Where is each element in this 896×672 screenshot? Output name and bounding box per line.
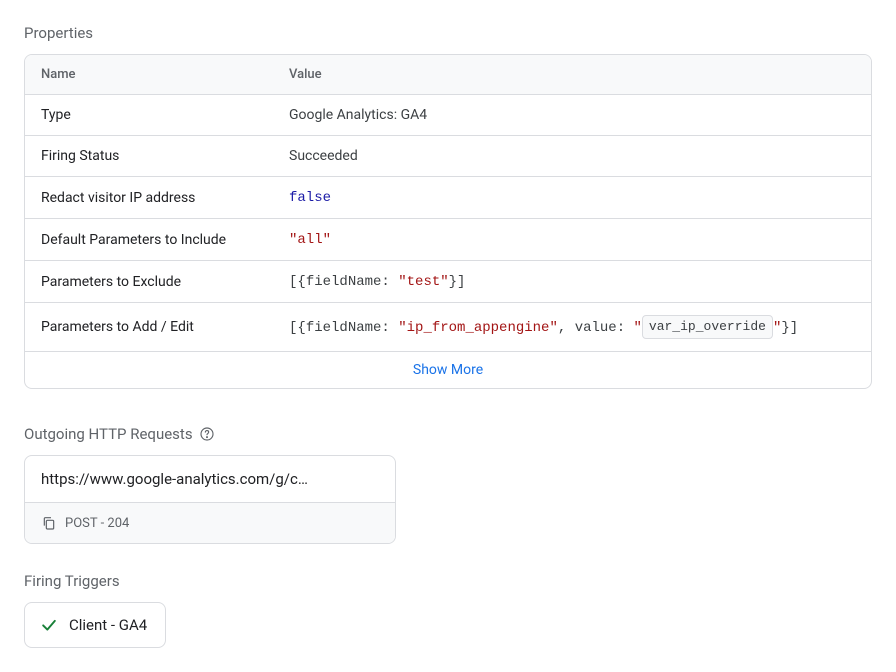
col-name-header: Name xyxy=(25,55,273,95)
default-params-str: "all" xyxy=(289,232,331,248)
row-firing-status-value: Succeeded xyxy=(273,136,871,177)
row-redact-ip: Redact visitor IP address false xyxy=(25,177,871,219)
properties-title-text: Properties xyxy=(24,24,93,42)
show-more-link[interactable]: Show More xyxy=(413,362,483,378)
row-params-exclude: Parameters to Exclude [{fieldName: "test… xyxy=(25,261,871,303)
http-meta-row: POST - 204 xyxy=(25,503,395,543)
row-redact-ip-value: false xyxy=(273,177,871,219)
show-more-row: Show More xyxy=(25,352,871,388)
http-request-card[interactable]: https://www.google-analytics.com/g/c… PO… xyxy=(24,455,396,544)
row-params-exclude-value: [{fieldName: "test"}] xyxy=(273,261,871,303)
params-add-edit-code: [{fieldName: "ip_from_appengine", value:… xyxy=(289,320,798,336)
row-firing-status: Firing Status Succeeded xyxy=(25,136,871,177)
row-params-add-edit-value: [{fieldName: "ip_from_appengine", value:… xyxy=(273,303,871,352)
http-title-text: Outgoing HTTP Requests xyxy=(24,425,193,443)
http-title: Outgoing HTTP Requests xyxy=(24,425,872,443)
col-value-header: Value xyxy=(273,55,871,95)
check-icon xyxy=(39,615,59,635)
row-params-add-edit: Parameters to Add / Edit [{fieldName: "i… xyxy=(25,303,871,352)
row-type-name: Type xyxy=(25,95,273,136)
triggers-title: Firing Triggers xyxy=(24,572,872,590)
properties-title: Properties xyxy=(24,24,872,42)
row-params-add-edit-name: Parameters to Add / Edit xyxy=(25,303,273,352)
row-type: Type Google Analytics: GA4 xyxy=(25,95,871,136)
row-default-params: Default Parameters to Include "all" xyxy=(25,219,871,261)
row-default-params-name: Default Parameters to Include xyxy=(25,219,273,261)
properties-table: Name Value Type Google Analytics: GA4 Fi… xyxy=(24,54,872,389)
http-method-status: POST - 204 xyxy=(65,516,129,531)
redact-ip-bool: false xyxy=(289,190,331,206)
params-exclude-code: [{fieldName: "test"}] xyxy=(289,274,465,290)
variable-chip[interactable]: var_ip_override xyxy=(642,315,773,339)
row-redact-ip-name: Redact visitor IP address xyxy=(25,177,273,219)
trigger-chip[interactable]: Client - GA4 xyxy=(24,602,166,648)
row-default-params-value: "all" xyxy=(273,219,871,261)
row-params-exclude-name: Parameters to Exclude xyxy=(25,261,273,303)
trigger-label: Client - GA4 xyxy=(69,616,147,634)
http-url: https://www.google-analytics.com/g/c… xyxy=(25,456,395,503)
row-firing-status-name: Firing Status xyxy=(25,136,273,177)
row-type-value: Google Analytics: GA4 xyxy=(273,95,871,136)
copy-icon[interactable] xyxy=(41,515,57,531)
help-icon[interactable] xyxy=(199,426,215,442)
triggers-title-text: Firing Triggers xyxy=(24,572,120,590)
